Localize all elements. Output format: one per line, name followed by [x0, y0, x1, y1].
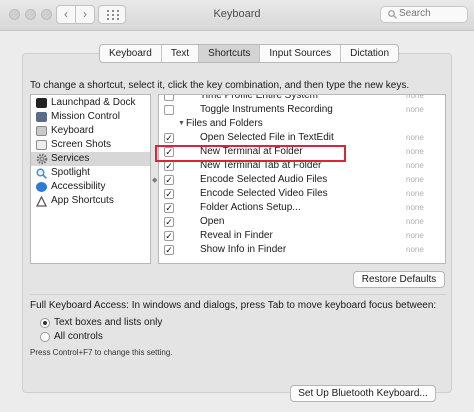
- keyboard-access-hint: Press Control+F7 to change this setting.: [30, 348, 173, 357]
- radio-all-controls[interactable]: [40, 332, 50, 342]
- radio-label[interactable]: Text boxes and lists only: [54, 317, 162, 328]
- shortcut-row[interactable]: ✓ Open Selected File in TextEdit none: [159, 131, 445, 145]
- shortcut-checkbox[interactable]: ✓: [164, 175, 174, 185]
- category-item-services[interactable]: Services: [31, 152, 150, 166]
- title-bar: ‹ › Keyboard: [0, 0, 474, 31]
- shortcut-checkbox[interactable]: ✓: [164, 161, 174, 171]
- app-shortcuts-icon: [35, 195, 48, 207]
- category-item-app-shortcuts[interactable]: App Shortcuts: [31, 194, 150, 208]
- shortcut-group-row[interactable]: ▼ Files and Folders: [159, 117, 445, 131]
- category-item-keyboard[interactable]: Keyboard: [31, 124, 150, 138]
- search-input[interactable]: [399, 8, 463, 19]
- shortcut-checkbox[interactable]: ✓: [164, 217, 174, 227]
- tab-text[interactable]: Text: [162, 45, 200, 62]
- divider: [30, 294, 446, 295]
- full-keyboard-access-label: Full Keyboard Access: In windows and dia…: [30, 300, 437, 311]
- launchpad-icon: [36, 98, 47, 108]
- split-view-handle-icon[interactable]: ◆: [152, 176, 157, 184]
- shortcut-row[interactable]: ✓ Open none: [159, 215, 445, 229]
- radio-label[interactable]: All controls: [54, 331, 103, 342]
- shortcut-row[interactable]: ✓ Folder Actions Setup... none: [159, 201, 445, 215]
- category-item-spotlight[interactable]: Spotlight: [31, 166, 150, 180]
- shortcut-row[interactable]: Toggle Instruments Recording none: [159, 103, 445, 117]
- preference-tabs: Keyboard Text Shortcuts Input Sources Di…: [99, 44, 400, 63]
- instructions-text: To change a shortcut, select it, click t…: [30, 80, 410, 91]
- restore-defaults-button[interactable]: Restore Defaults: [353, 271, 445, 288]
- shortcut-checkbox[interactable]: ✓: [164, 133, 174, 143]
- disclosure-triangle-icon[interactable]: ▼: [178, 117, 185, 131]
- tab-dictation[interactable]: Dictation: [341, 45, 398, 62]
- services-gear-icon: [36, 153, 48, 165]
- bluetooth-keyboard-button[interactable]: Set Up Bluetooth Keyboard...: [290, 385, 436, 402]
- tab-shortcuts[interactable]: Shortcuts: [199, 45, 261, 62]
- shortcut-checkbox[interactable]: ✓: [164, 245, 174, 255]
- radio-text-boxes-lists[interactable]: [40, 318, 50, 328]
- shortcut-row[interactable]: ✓ Show Info in Finder none: [159, 243, 445, 257]
- mission-control-icon: [36, 112, 47, 122]
- shortcuts-list[interactable]: Time Profile Entire System none Toggle I…: [158, 94, 446, 264]
- shortcut-row[interactable]: ✓ Encode Selected Video Files none: [159, 187, 445, 201]
- tab-input-sources[interactable]: Input Sources: [260, 45, 342, 62]
- keyboard-icon: [36, 126, 47, 136]
- category-item-screen-shots[interactable]: Screen Shots: [31, 138, 150, 152]
- category-item-mission-control[interactable]: Mission Control: [31, 110, 150, 124]
- search-field[interactable]: [380, 6, 468, 23]
- shortcut-row[interactable]: Time Profile Entire System none: [159, 95, 445, 103]
- shortcut-checkbox[interactable]: ✓: [164, 189, 174, 199]
- category-item-launchpad-dock[interactable]: Launchpad & Dock: [31, 96, 150, 110]
- spotlight-icon: [36, 168, 47, 179]
- shortcut-checkbox[interactable]: ✓: [164, 231, 174, 241]
- category-list[interactable]: Launchpad & Dock Mission Control Keyboar…: [30, 94, 151, 264]
- shortcut-row[interactable]: ✓ Encode Selected Audio Files none: [159, 173, 445, 187]
- category-item-accessibility[interactable]: Accessibility: [31, 180, 150, 194]
- tab-keyboard[interactable]: Keyboard: [100, 45, 162, 62]
- shortcut-row[interactable]: ✓ Reveal in Finder none: [159, 229, 445, 243]
- shortcut-checkbox[interactable]: [164, 95, 174, 101]
- search-icon: [388, 10, 397, 19]
- shortcut-checkbox[interactable]: [164, 105, 174, 115]
- screenshot-icon: [36, 140, 47, 150]
- shortcut-checkbox[interactable]: ✓: [164, 203, 174, 213]
- highlight-box: [155, 145, 346, 162]
- accessibility-icon: [36, 182, 47, 192]
